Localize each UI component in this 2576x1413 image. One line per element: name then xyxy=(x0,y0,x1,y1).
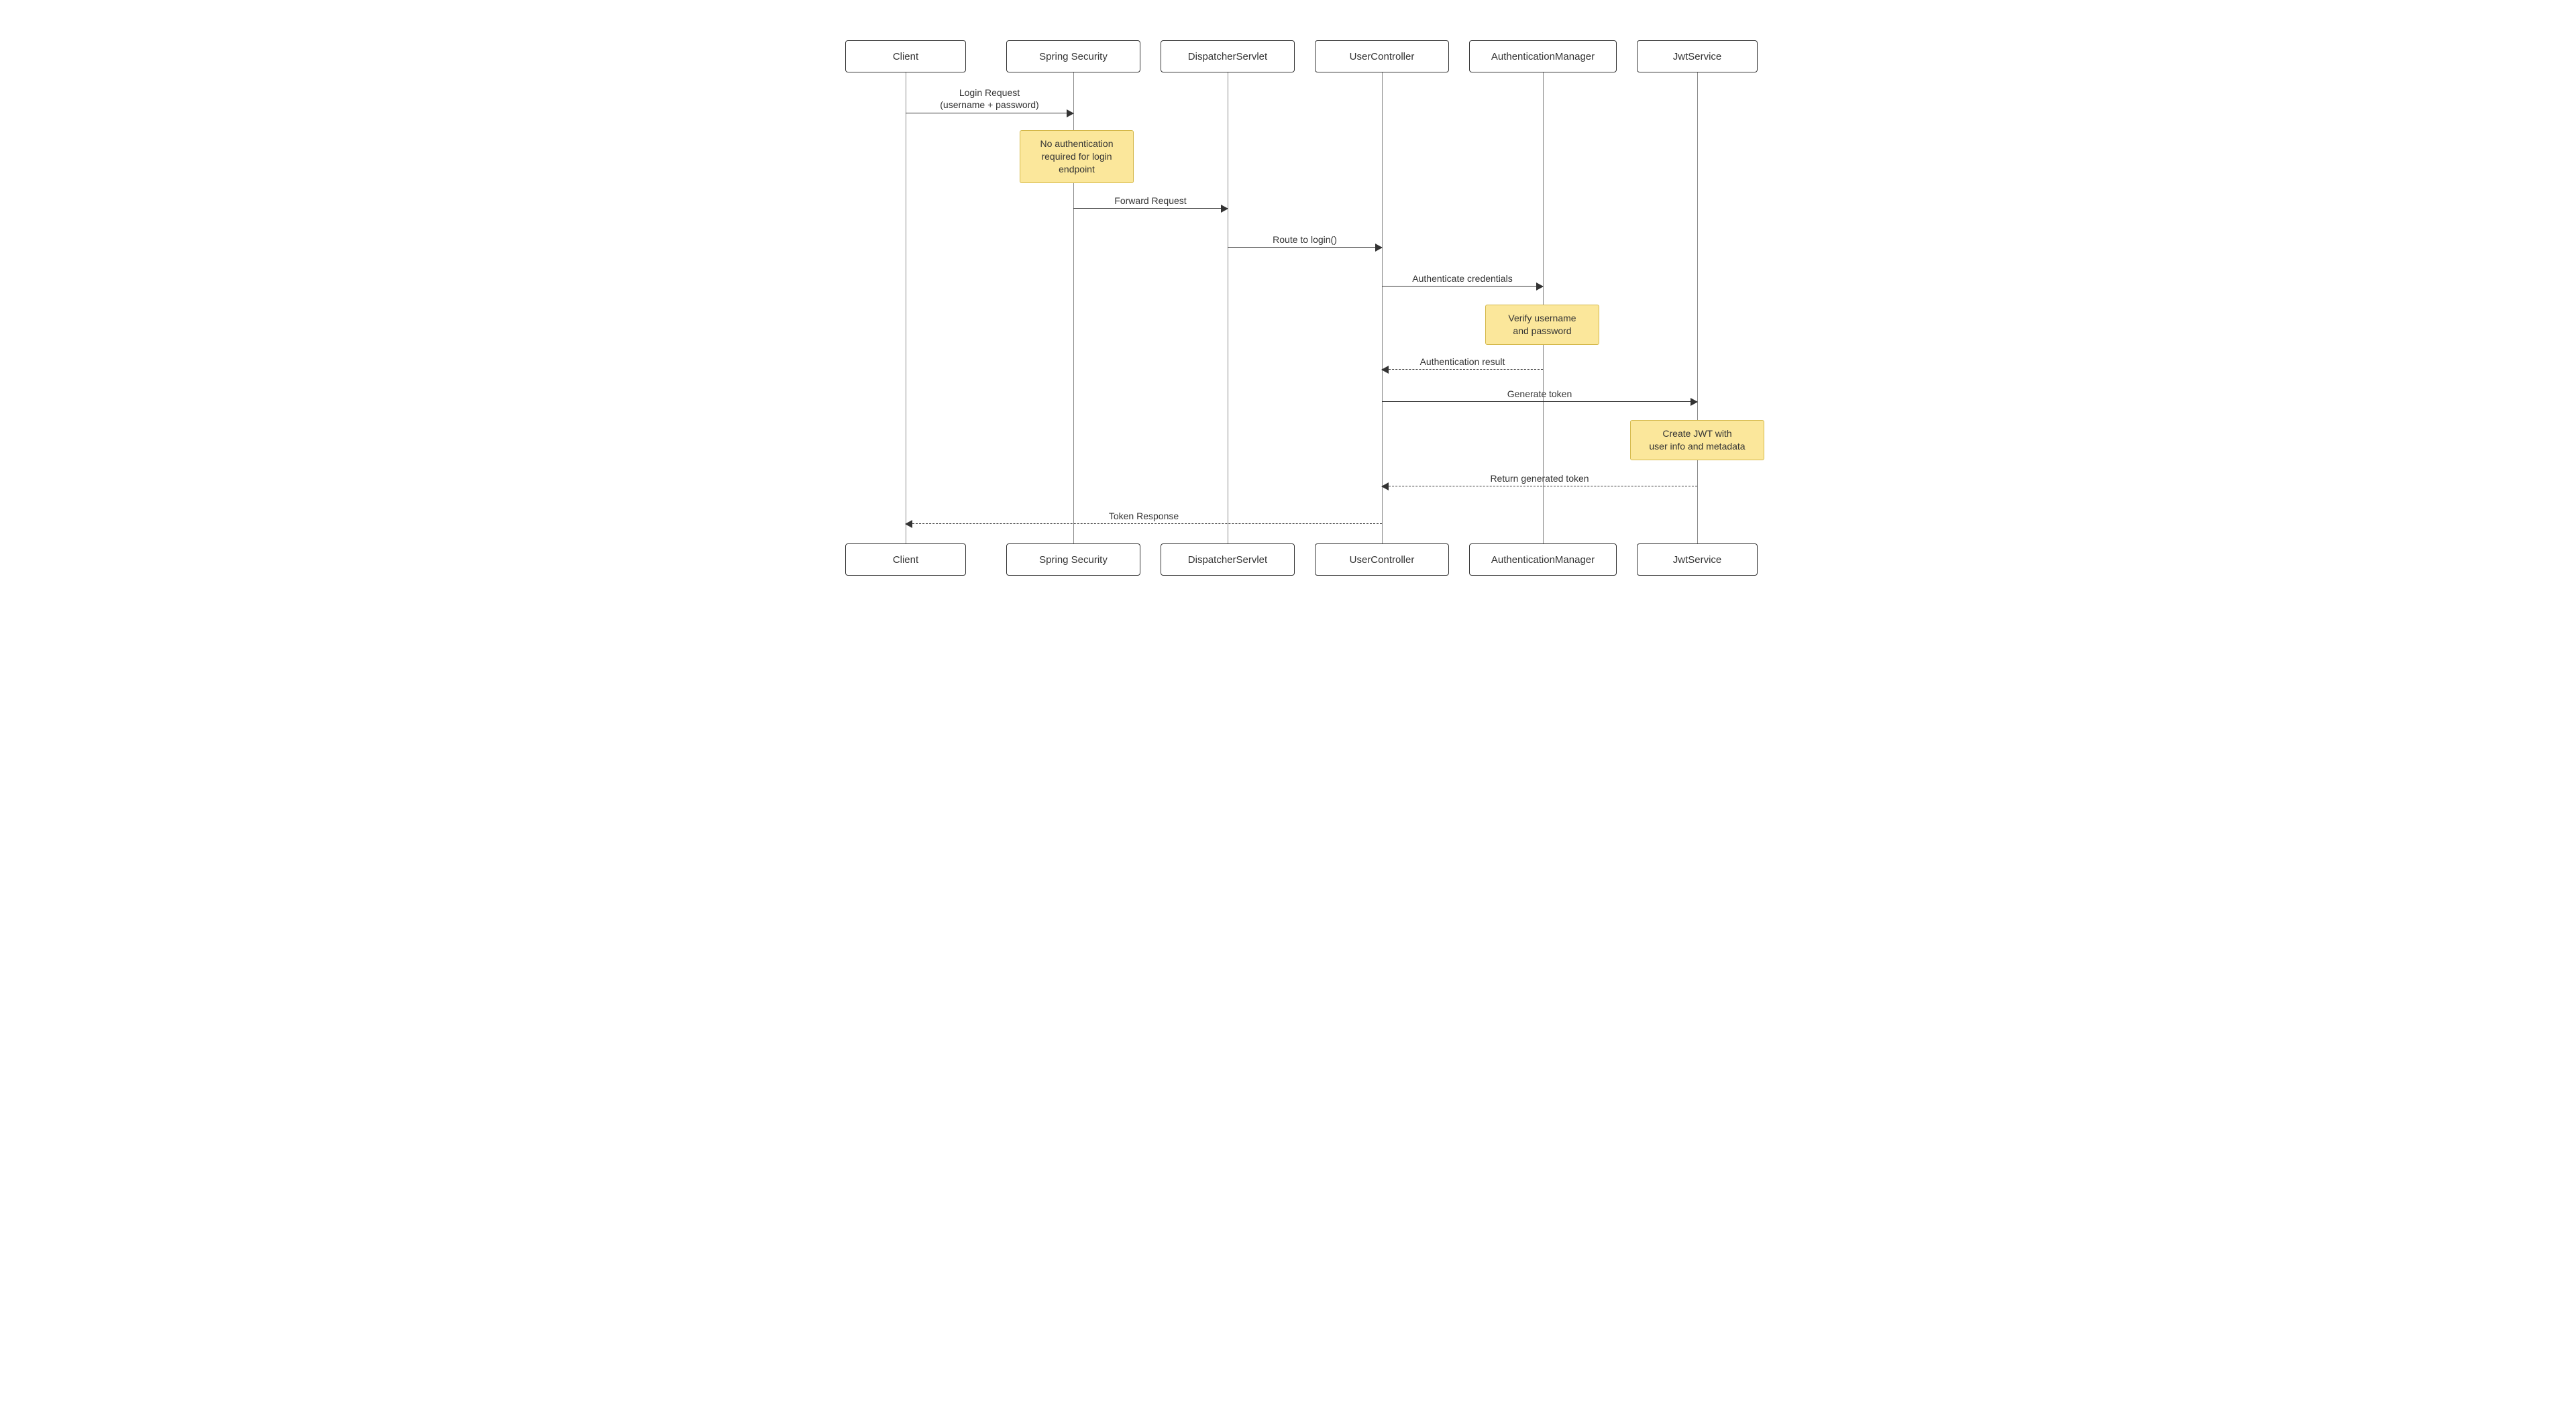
message-label: Token Response xyxy=(1109,511,1179,521)
actor-label: Spring Security xyxy=(1039,51,1108,62)
note-n2: Verify usernameand password xyxy=(1485,305,1599,345)
message-label: Authentication result xyxy=(1420,356,1505,367)
actor-controller-top: UserController xyxy=(1315,40,1449,72)
message-label: Return generated token xyxy=(1490,473,1589,484)
message-m2: Forward Request xyxy=(1073,208,1228,209)
note-n1: No authenticationrequired for loginendpo… xyxy=(1020,130,1134,183)
actor-label: AuthenticationManager xyxy=(1491,51,1595,62)
actor-label: JwtService xyxy=(1673,554,1722,566)
actor-dispatcher-bottom: DispatcherServlet xyxy=(1161,543,1295,576)
arrow-icon xyxy=(1536,282,1544,291)
message-m6: Generate token xyxy=(1382,401,1697,402)
note-n3: Create JWT withuser info and metadata xyxy=(1630,420,1764,460)
actor-jwt-top: JwtService xyxy=(1637,40,1758,72)
actor-label: UserController xyxy=(1350,51,1415,62)
actor-label: DispatcherServlet xyxy=(1188,554,1267,566)
actor-authmgr-top: AuthenticationManager xyxy=(1469,40,1617,72)
actor-label: AuthenticationManager xyxy=(1491,554,1595,566)
message-m3: Route to login() xyxy=(1228,247,1382,248)
message-label: Authenticate credentials xyxy=(1412,273,1512,284)
actor-spring-bottom: Spring Security xyxy=(1006,543,1140,576)
actor-client-top: Client xyxy=(845,40,966,72)
lifeline-controller xyxy=(1382,72,1383,543)
actor-dispatcher-top: DispatcherServlet xyxy=(1161,40,1295,72)
actor-label: UserController xyxy=(1350,554,1415,566)
message-label: Generate token xyxy=(1507,388,1572,399)
actor-client-bottom: Client xyxy=(845,543,966,576)
message-label: Route to login() xyxy=(1273,234,1337,245)
arrow-icon xyxy=(1221,205,1228,213)
actor-label: Client xyxy=(893,554,918,566)
actor-label: JwtService xyxy=(1673,51,1722,62)
message-m8: Token Response xyxy=(906,523,1382,524)
lifeline-jwt xyxy=(1697,72,1698,543)
arrow-icon xyxy=(1690,398,1698,406)
actor-jwt-bottom: JwtService xyxy=(1637,543,1758,576)
arrow-icon xyxy=(1381,366,1389,374)
message-m5: Authentication result xyxy=(1382,369,1543,370)
message-label: Login Request(username + password) xyxy=(916,87,1063,111)
sequence-diagram: Client Client Spring Security Spring Securi… xyxy=(818,27,1758,577)
actor-label: DispatcherServlet xyxy=(1188,51,1267,62)
actor-spring-top: Spring Security xyxy=(1006,40,1140,72)
actor-authmgr-bottom: AuthenticationManager xyxy=(1469,543,1617,576)
actor-label: Spring Security xyxy=(1039,554,1108,566)
arrow-icon xyxy=(1381,482,1389,490)
arrow-icon xyxy=(1067,109,1074,117)
message-label: Forward Request xyxy=(1114,195,1186,206)
arrow-icon xyxy=(1375,244,1383,252)
actor-controller-bottom: UserController xyxy=(1315,543,1449,576)
actor-label: Client xyxy=(893,51,918,62)
arrow-icon xyxy=(905,520,912,528)
